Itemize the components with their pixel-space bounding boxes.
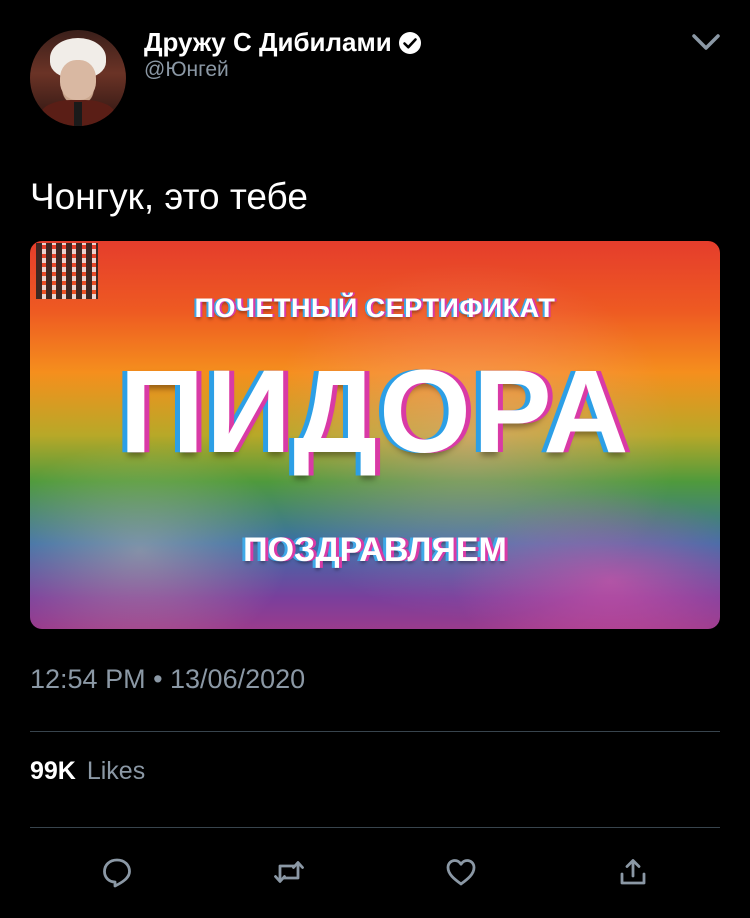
tweet-text: Чонгук, это тебе [30,176,308,217]
avatar-tie [74,102,82,126]
qr-code-icon [36,243,98,299]
tweet-timestamp[interactable]: 12:54 PM • 13/06/2020 [30,664,305,695]
reply-button[interactable] [98,853,136,891]
author-name[interactable]: Дружу С Дибилами [144,27,392,58]
share-button[interactable] [614,853,652,891]
verified-badge-icon [398,31,422,55]
author-handle[interactable]: @Юнгей [144,58,229,82]
retweet-icon [274,861,304,883]
divider [30,827,720,828]
share-icon [620,859,646,885]
certificate-congrats: ПОЗДРАВЛЯЕМ [243,531,507,569]
more-options-chevron-down-icon[interactable] [688,28,724,56]
likes-label: Likes [86,757,146,785]
avatar[interactable] [30,30,126,126]
tweet-image[interactable]: ПОЧЕТНЫЙ СЕРТИФИКАТ ПИДОРА ПОЗДРАВЛЯЕМ [30,241,720,629]
author-name-row[interactable]: Дружу С Дибилами [144,27,422,58]
divider [30,731,720,732]
certificate-title: ПОЧЕТНЫЙ СЕРТИФИКАТ [194,293,556,323]
like-button[interactable] [442,853,480,891]
avatar-face [60,60,96,100]
retweet-button[interactable] [270,853,308,891]
likes-stat[interactable]: 99K Likes [30,757,145,786]
reply-icon [103,858,131,888]
likes-count: 99K [30,757,76,785]
like-icon [446,859,476,886]
certificate-main-word: ПИДОРА [119,346,631,478]
